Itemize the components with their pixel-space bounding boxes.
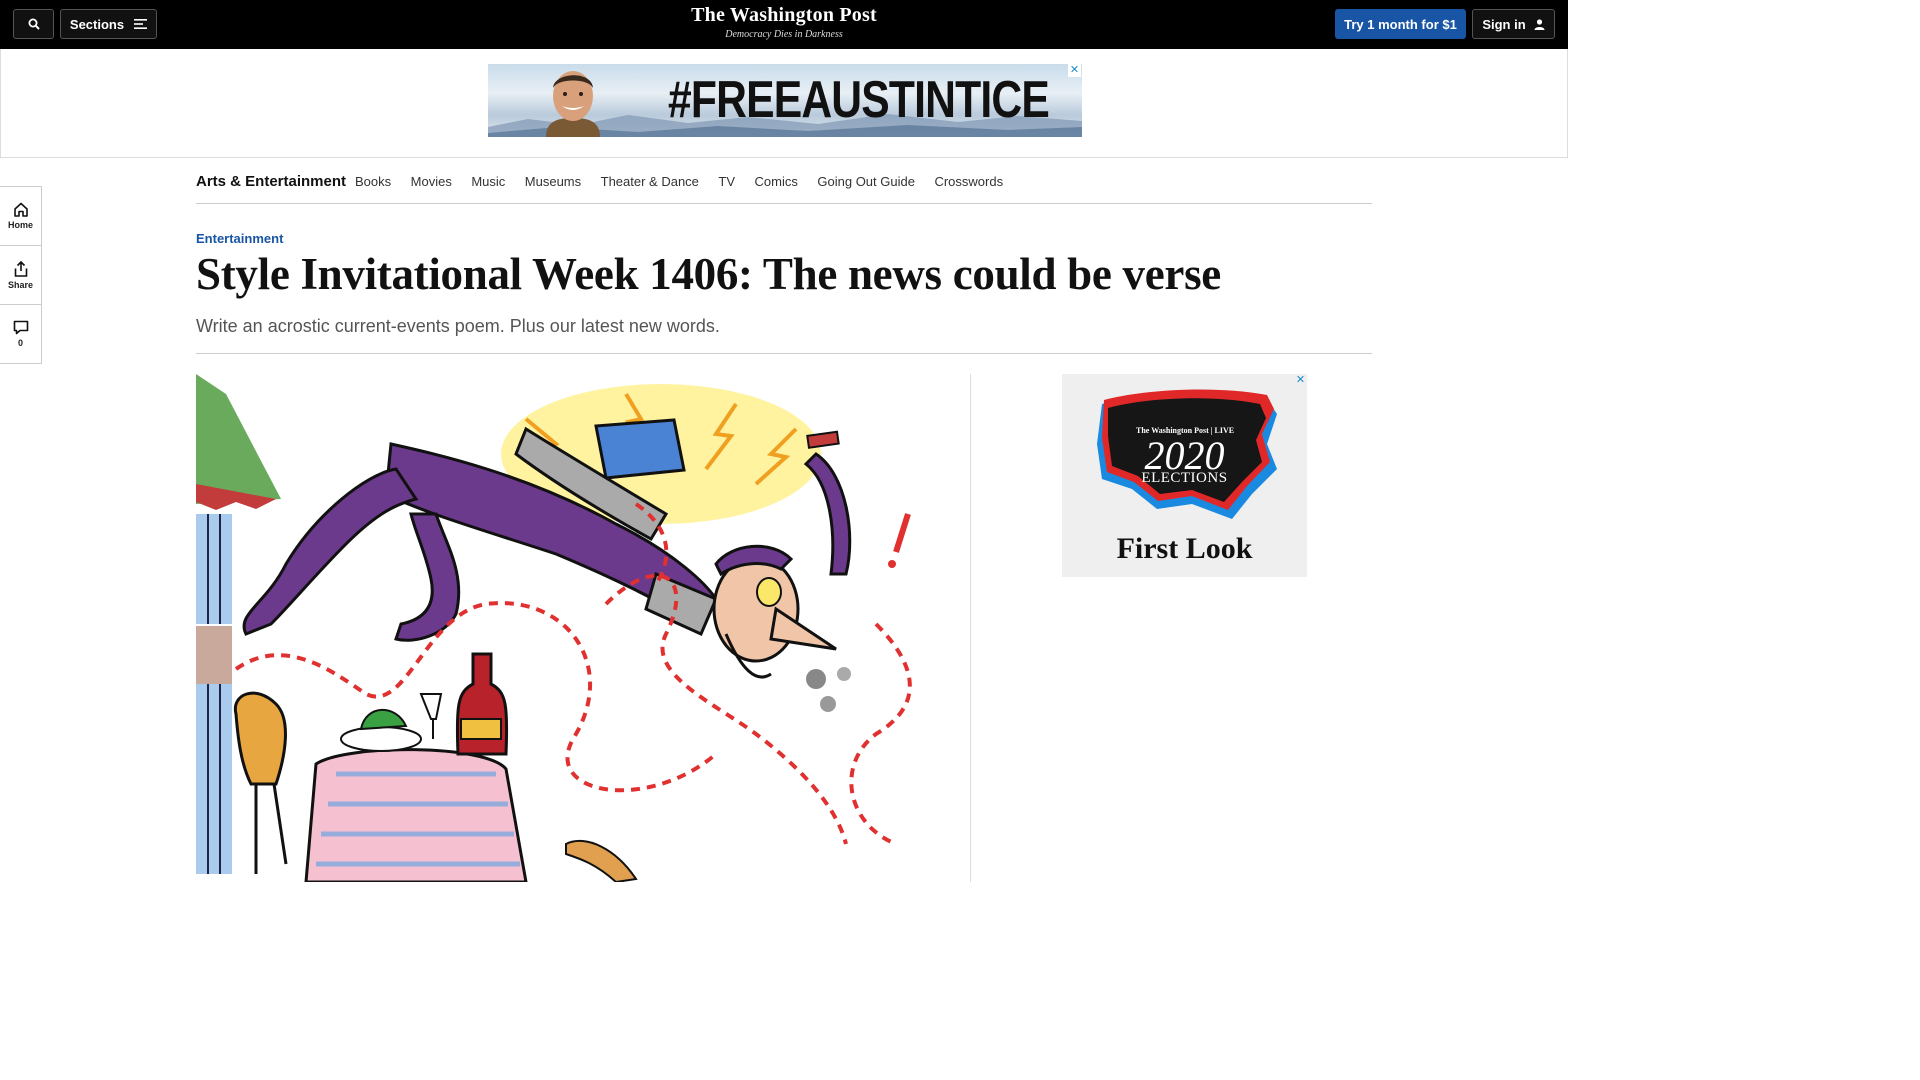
header-divider xyxy=(196,353,1372,354)
comments-count: 0 xyxy=(17,338,23,348)
article-subheadline: Write an acrostic current-events poem. P… xyxy=(196,316,720,336)
advertisement-banner[interactable]: #FREEAUSTINTICE xyxy=(488,64,1082,137)
ad-close-icon[interactable]: ✕ xyxy=(1068,64,1081,77)
person-photo xyxy=(546,71,600,137)
brand-tagline: Democracy Dies in Darkness xyxy=(725,29,843,40)
brand-logo[interactable]: The Washington Post xyxy=(0,4,1568,27)
column-divider xyxy=(970,374,971,882)
brand-block: The Washington Post Democracy Dies in Da… xyxy=(0,4,1568,40)
article-headline: Style Invitational Week 1406: The news c… xyxy=(196,249,1221,299)
home-label: Home xyxy=(7,220,33,230)
subnav-item-theater-dance[interactable]: Theater & Dance xyxy=(601,174,699,189)
share-icon xyxy=(14,260,27,277)
article-kicker[interactable]: Entertainment xyxy=(196,231,283,246)
subnav-item-movies[interactable]: Movies xyxy=(411,174,452,189)
top-ad-row: #FREEAUSTINTICE ✕ xyxy=(0,49,1568,158)
top-navigation-bar: Sections The Washington Post Democracy D… xyxy=(0,0,1568,49)
subscribe-button[interactable]: Try 1 month for $1 xyxy=(1335,9,1466,39)
home-icon xyxy=(13,202,28,217)
side-ad-close-icon[interactable]: ✕ xyxy=(1294,374,1307,387)
ad-headline: #FREEAUSTINTICE xyxy=(668,71,1050,129)
sidebar-advertisement[interactable]: The Washington Post | LIVE 2020 ELECTION… xyxy=(1062,374,1307,577)
sign-in-button[interactable]: Sign in xyxy=(1472,9,1555,39)
comments-button[interactable]: 0 xyxy=(0,305,41,363)
section-subnav: Arts & Entertainment Books Movies Music … xyxy=(196,160,1372,204)
subnav-item-museums[interactable]: Museums xyxy=(525,174,581,189)
share-label: Share xyxy=(7,279,33,290)
cartoon-image xyxy=(196,374,912,882)
article-illustration xyxy=(196,374,924,882)
subnav-item-crosswords[interactable]: Crosswords xyxy=(934,174,1003,189)
share-button[interactable]: Share xyxy=(0,246,41,305)
subnav-links: Books Movies Music Museums Theater & Dan… xyxy=(355,174,1023,189)
subnav-item-books[interactable]: Books xyxy=(355,174,391,189)
ad-first-look: First Look xyxy=(1116,532,1253,565)
subnav-item-tv[interactable]: TV xyxy=(718,174,735,189)
subnav-item-going-out-guide[interactable]: Going Out Guide xyxy=(817,174,915,189)
left-action-rail: Home Share 0 xyxy=(0,186,42,364)
user-icon xyxy=(1534,18,1545,30)
section-title[interactable]: Arts & Entertainment xyxy=(196,173,346,190)
subnav-item-music[interactable]: Music xyxy=(471,174,505,189)
comment-icon xyxy=(13,320,28,335)
subnav-item-comics[interactable]: Comics xyxy=(755,174,798,189)
sign-in-label: Sign in xyxy=(1482,16,1526,32)
ad-elections-label: ELECTIONS xyxy=(1141,470,1228,486)
home-button[interactable]: Home xyxy=(0,187,41,246)
